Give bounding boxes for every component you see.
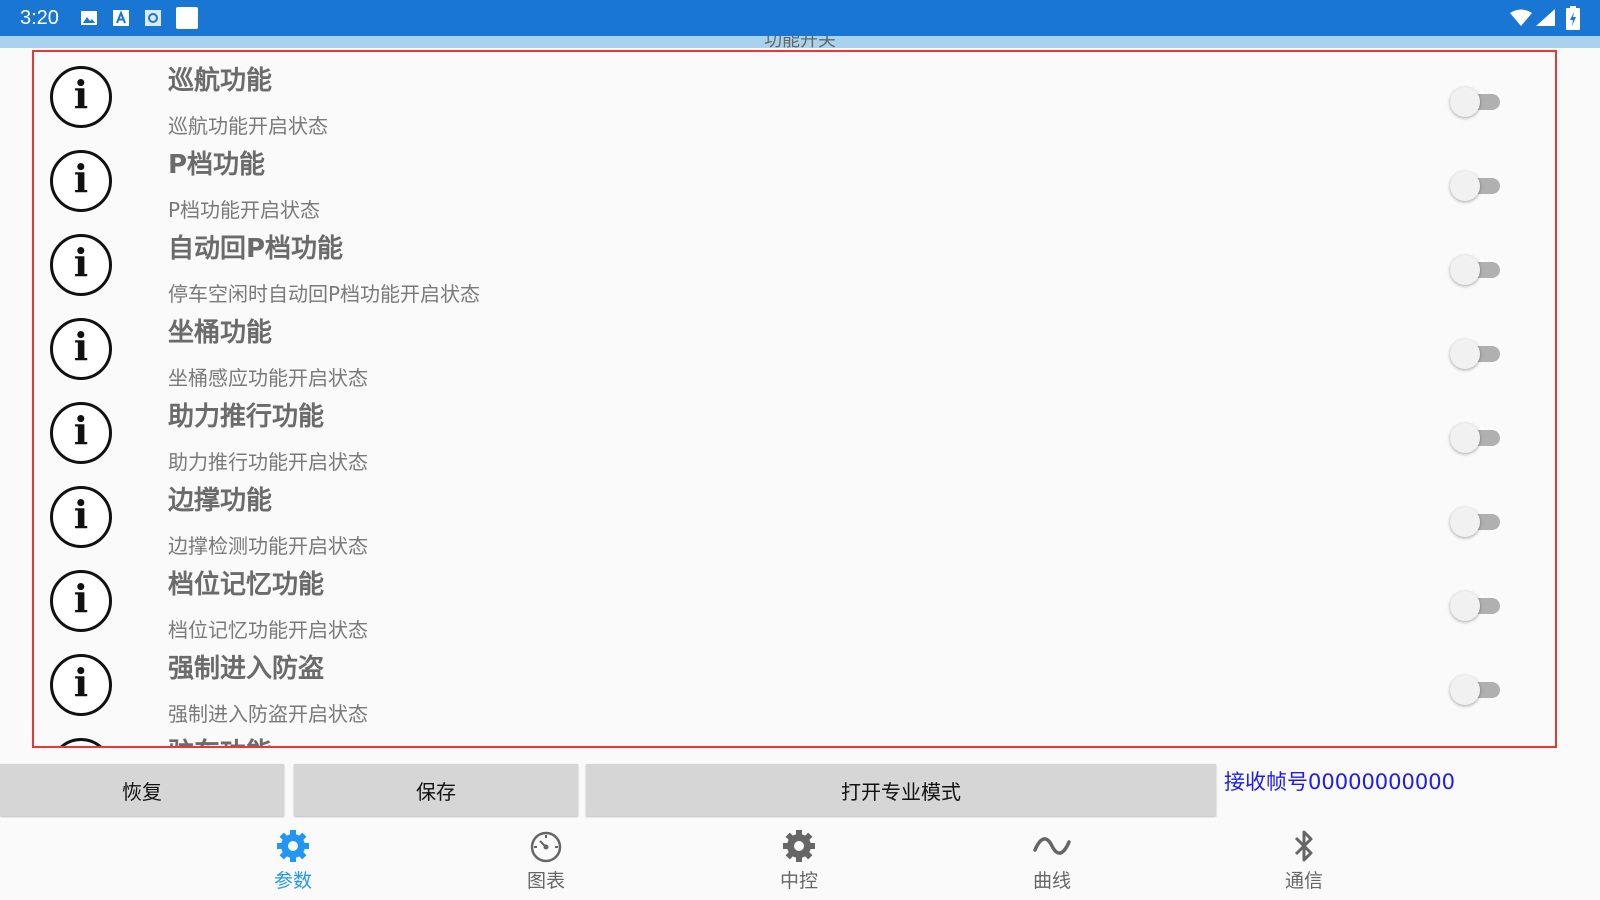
feature-title: 驻车功能 [168, 732, 272, 746]
gear-icon [277, 830, 309, 862]
toggle-thumb [1450, 675, 1480, 705]
toggle-thumb [1450, 423, 1480, 453]
feature-toggle[interactable] [1450, 591, 1502, 621]
feature-row: i P档功能 P档功能开启状态 [34, 136, 1555, 222]
feature-description: P档功能开启状态 [168, 198, 321, 222]
wave-icon [1033, 837, 1071, 855]
feature-row: i 强制进入防盗强制进入防盗开启状态 [34, 640, 1555, 726]
restore-button[interactable]: 恢复 [0, 764, 284, 816]
status-bar: 3:20 [0, 0, 1600, 36]
page-title: 功能开关 [764, 36, 836, 48]
feature-toggle[interactable] [1450, 507, 1502, 537]
feature-description: 强制进入防盗开启状态 [168, 702, 368, 726]
gauge-icon [530, 831, 562, 863]
nav-tab-control[interactable]: 中控 [739, 826, 859, 896]
feature-toggle[interactable] [1450, 255, 1502, 285]
feature-description: 助力推行功能开启状态 [168, 450, 368, 474]
font-icon [113, 10, 129, 26]
signal-icon [1536, 9, 1555, 26]
feature-title: 边撑功能 [168, 486, 273, 516]
feature-title: 强制进入防盗 [168, 654, 325, 684]
info-icon: i [50, 318, 112, 380]
toggle-thumb [1450, 339, 1480, 369]
nav-label: 参数 [273, 870, 312, 892]
feature-row: i 自动回P档功能停车空闲时自动回P档功能开启状态 [34, 220, 1555, 306]
nav-label: 曲线 [1032, 870, 1071, 892]
info-icon: i [50, 234, 112, 296]
feature-row: i 助力推行功能助力推行功能开启状态 [34, 388, 1555, 474]
feature-toggle[interactable] [1450, 423, 1502, 453]
feature-title: 巡航功能 [168, 66, 273, 96]
feature-description: 边撑检测功能开启状态 [168, 534, 368, 558]
notification-icon [176, 7, 198, 29]
toggle-thumb [1450, 87, 1480, 117]
nav-label: 中控 [779, 870, 818, 892]
toggle-thumb [1450, 591, 1480, 621]
info-glyph: i [73, 576, 89, 621]
nav-tab-params[interactable]: 参数 [233, 826, 353, 896]
info-icon: i [50, 654, 112, 716]
feature-list: i 巡航功能巡航功能开启状态 i P档功能 P档功能开启状态 i 自动回P档功能停车空闲时自… [32, 50, 1557, 748]
toggle-thumb [1450, 507, 1480, 537]
feature-toggle[interactable] [1450, 171, 1502, 201]
feature-description: 档位记忆功能开启状态 [168, 618, 368, 642]
toggle-thumb [1450, 171, 1480, 201]
bluetooth-icon [1294, 830, 1313, 862]
nav-tab-curve[interactable]: 曲线 [992, 826, 1112, 896]
feature-title: 助力推行功能 [168, 402, 325, 432]
info-glyph: i [73, 72, 89, 117]
frame-number-label: 接收帧号00000000000 [1224, 770, 1455, 794]
feature-toggle[interactable] [1450, 339, 1502, 369]
nav-tab-comm[interactable]: 通信 [1244, 826, 1364, 896]
pro-mode-button[interactable]: 打开专业模式 [586, 764, 1216, 816]
feature-title: 档位记忆功能 [168, 570, 325, 600]
feature-row: i 边撑功能边撑检测功能开启状态 [34, 472, 1555, 558]
info-glyph: i [73, 324, 89, 369]
info-icon: i [50, 150, 112, 212]
battery-icon [1566, 6, 1580, 30]
save-button[interactable]: 保存 [294, 764, 578, 816]
wifi-icon [1510, 9, 1532, 26]
feature-description: 停车空闲时自动回P档功能开启状态 [168, 282, 481, 306]
feature-row: i 巡航功能巡航功能开启状态 [34, 52, 1555, 138]
info-icon: i [50, 402, 112, 464]
page-header: 功能开关 [0, 36, 1600, 48]
nav-label: 通信 [1284, 870, 1323, 892]
info-glyph: i [73, 156, 89, 201]
info-glyph: i [73, 660, 89, 705]
info-glyph: i [73, 240, 89, 285]
bottom-navigation: 参数 图表 中控 曲线 通信 [0, 818, 1600, 900]
info-icon: i [50, 570, 112, 632]
feature-title: P档功能 [168, 150, 266, 180]
image-icon [81, 11, 97, 25]
settings-icon [145, 10, 161, 26]
feature-row: i 驻车功能 [34, 724, 1555, 746]
info-icon: i [50, 738, 112, 746]
feature-description: 坐桶感应功能开启状态 [168, 366, 368, 390]
feature-toggle[interactable] [1450, 87, 1502, 117]
gear-icon [783, 830, 815, 862]
nav-label: 图表 [526, 870, 565, 892]
info-glyph: i [53, 744, 109, 746]
info-glyph: i [73, 408, 89, 453]
feature-description: 巡航功能开启状态 [168, 114, 328, 138]
status-time: 3:20 [20, 7, 59, 29]
feature-row: i 坐桶功能坐桶感应功能开启状态 [34, 304, 1555, 390]
feature-toggle[interactable] [1450, 675, 1502, 705]
toggle-thumb [1450, 255, 1480, 285]
info-glyph: i [73, 492, 89, 537]
feature-row: i 档位记忆功能档位记忆功能开启状态 [34, 556, 1555, 642]
info-icon: i [50, 66, 112, 128]
nav-tab-chart[interactable]: 图表 [486, 826, 606, 896]
info-icon: i [50, 486, 112, 548]
feature-title: 坐桶功能 [168, 318, 273, 348]
feature-title: 自动回P档功能 [168, 234, 344, 264]
